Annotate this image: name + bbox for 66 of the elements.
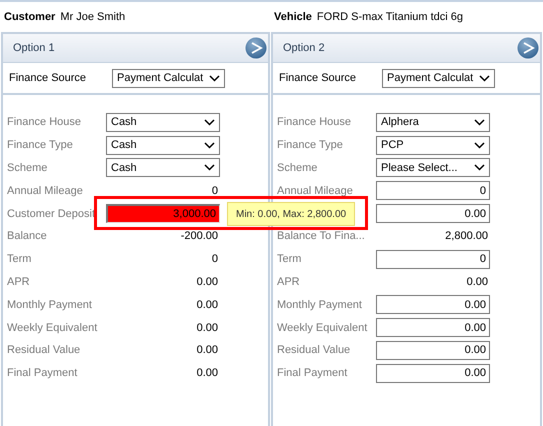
field-label: Finance Type — [7, 139, 74, 152]
input-field[interactable]: 0.00 — [376, 204, 490, 224]
field-value: 0.00 — [196, 322, 219, 334]
field-label: Customer Deposit — [7, 208, 96, 220]
field-label: Balance To Fina... — [277, 230, 366, 242]
field-value: 0.00 — [196, 367, 219, 380]
field-label: Scheme — [7, 162, 48, 174]
input-field[interactable]: 0.00 — [376, 340, 490, 360]
chevron-down-icon — [474, 164, 485, 172]
chevron-down-icon — [204, 142, 215, 149]
field-label: APR — [277, 276, 301, 288]
header-value: FORD S-max Titanium tdci 6g — [316, 11, 464, 23]
dropdown[interactable]: Cash — [106, 112, 220, 132]
input-field[interactable]: 3,000.00 — [106, 204, 220, 224]
field-label: Annual Mileage — [7, 184, 84, 197]
input-field[interactable]: 0 — [376, 181, 490, 200]
field-value: 2,800.00 — [444, 230, 489, 242]
field-label: Annual Mileage — [277, 184, 354, 197]
dropdown[interactable]: Cash — [106, 136, 220, 155]
chevron-down-icon — [479, 74, 490, 82]
field-value: 0 — [210, 184, 219, 197]
field-label: Weekly Equivalent — [277, 322, 368, 334]
chevron-down-icon — [474, 142, 485, 149]
header-label: Vehicle — [274, 11, 312, 23]
field-value: -200.00 — [180, 230, 219, 242]
field-label: Monthly Payment — [7, 298, 93, 311]
chevron-down-icon — [209, 74, 220, 82]
field-label: Final Payment — [7, 367, 78, 380]
field-label: Finance House — [7, 116, 82, 128]
field-label: Finance Type — [277, 139, 344, 152]
dropdown[interactable]: Please Select... — [376, 158, 490, 178]
panel-title: Option 2 — [283, 42, 325, 54]
dropdown[interactable]: Payment Calculat — [112, 68, 225, 88]
chevron-down-icon — [474, 118, 485, 126]
field-label: Weekly Equivalent — [7, 322, 98, 334]
dropdown[interactable]: PCP — [376, 136, 490, 155]
dropdown[interactable]: Cash — [106, 158, 220, 178]
dropdown[interactable]: Alphera — [376, 112, 490, 132]
field-label: Residual Value — [277, 344, 352, 356]
field-value: 0.00 — [466, 276, 489, 288]
field-label: Finance Source — [279, 72, 358, 84]
header-value: Mr Joe Smith — [60, 11, 126, 23]
field-label: Final Payment — [277, 367, 348, 380]
field-value: 0.00 — [196, 344, 219, 356]
chevron-down-icon — [204, 118, 215, 126]
input-field[interactable]: 0.00 — [376, 364, 490, 383]
field-label: Finance Source — [9, 72, 88, 84]
field-label: Term — [277, 253, 302, 266]
dropdown[interactable]: Payment Calculat — [382, 68, 495, 88]
field-label: APR — [7, 276, 31, 288]
field-label: Scheme — [277, 162, 318, 174]
field-value: 0.00 — [196, 276, 219, 288]
input-field[interactable]: 0.00 — [376, 318, 490, 338]
field-label: Term — [7, 253, 32, 266]
field-label: Monthly Payment — [277, 298, 363, 311]
header-label: Customer — [4, 11, 56, 23]
field-value: 0.00 — [196, 298, 219, 311]
field-label: Finance House — [277, 116, 352, 128]
field-value: 0 — [210, 253, 219, 266]
input-field[interactable]: 0.00 — [376, 295, 490, 314]
input-field[interactable]: 0 — [376, 250, 490, 269]
chevron-down-icon — [204, 164, 215, 172]
validation-tooltip: Min: 0.00, Max: 2,800.00 — [227, 202, 356, 226]
field-label: Residual Value — [7, 344, 82, 356]
panel-title: Option 1 — [13, 42, 55, 54]
field-label: Balance — [7, 230, 48, 242]
